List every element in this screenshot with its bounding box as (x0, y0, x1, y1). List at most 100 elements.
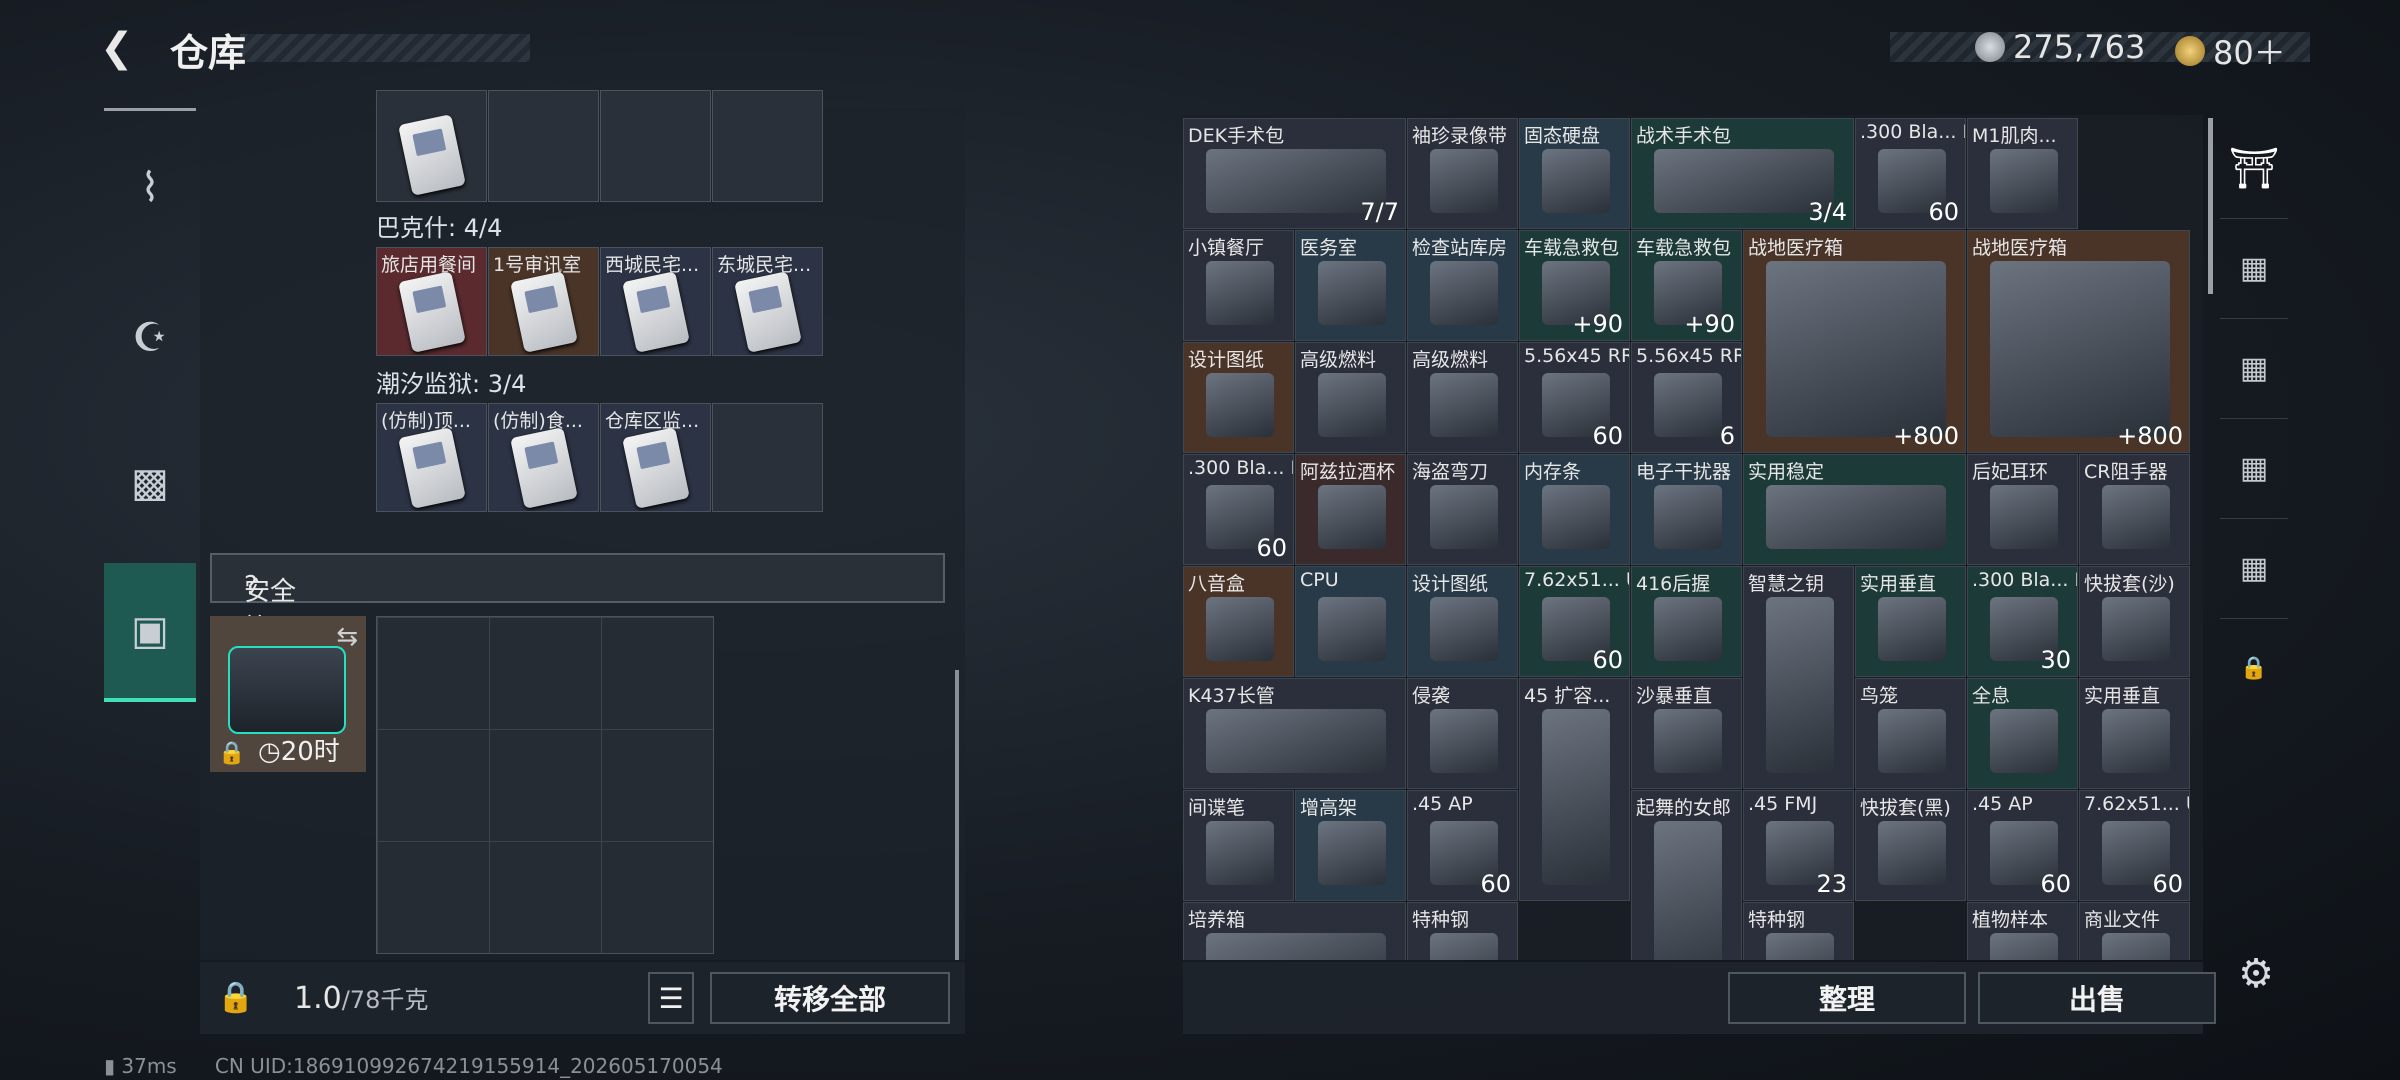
grid-item[interactable]: 商业文件 (2079, 902, 2190, 960)
grid-item[interactable]: 袖珍录像带 (1407, 118, 1518, 229)
tab-warehouse-5[interactable]: ▦ (2220, 518, 2288, 619)
item-label: 侵袭 (1412, 685, 1451, 707)
keycard-slot[interactable]: 西城民宅... (600, 247, 711, 356)
tab-warehouse-2[interactable]: ▦ (2220, 218, 2288, 319)
tab-weapons[interactable]: ⌇ (104, 118, 196, 258)
grid-item[interactable]: 45 扩容... (1519, 678, 1630, 901)
safe-box-grid[interactable] (376, 616, 714, 954)
keycard-slot[interactable]: 旅店用餐间 (376, 247, 487, 356)
grid-item[interactable]: 特种钢 (1743, 902, 1854, 960)
grid-item[interactable]: 5.56x45 RRLP 60 (1519, 342, 1630, 453)
grid-item[interactable]: 设计图纸 (1407, 566, 1518, 677)
grid-item[interactable]: .45 AP 60 (1407, 790, 1518, 901)
keycard-slot[interactable] (376, 90, 487, 202)
grid-item[interactable]: 后妃耳环 (1967, 454, 2078, 565)
grid-item[interactable]: 智慧之钥 (1743, 566, 1854, 789)
grid-item[interactable]: 检查站库房 (1407, 230, 1518, 341)
grid-item[interactable]: 增高架 (1295, 790, 1406, 901)
grid-item[interactable]: 快拔套(黑) (1855, 790, 1966, 901)
keycard-slot[interactable]: 仓库区监... (600, 403, 711, 512)
lock-icon[interactable]: 🔒 (212, 974, 260, 1022)
grid-item[interactable]: DEK手术包 7/7 (1183, 118, 1406, 229)
keycard-slot[interactable]: (仿制)顶... (376, 403, 487, 512)
grid-item[interactable]: 八音盒 (1183, 566, 1294, 677)
grid-item[interactable]: 阿兹拉酒杯 (1295, 454, 1406, 565)
tab-safe-box[interactable]: ▣ (104, 563, 196, 702)
empty-slot[interactable] (600, 90, 711, 202)
grid-item[interactable]: 快拔套(沙) (2079, 566, 2190, 677)
transfer-all-button[interactable]: 转移全部 (710, 972, 950, 1024)
keycard-slot[interactable]: 东城民宅... (712, 247, 823, 356)
tab-warehouse-4[interactable]: ▦ (2220, 418, 2288, 519)
weight-unit: /78千克 (341, 986, 429, 1014)
grid-item[interactable]: 沙暴垂直 (1631, 678, 1742, 789)
gold-currency[interactable]: 80＋ (2175, 28, 2286, 74)
grid-item[interactable]: 设计图纸 (1183, 342, 1294, 453)
tab-locked[interactable]: 🔒 (2220, 618, 2288, 718)
grid-item[interactable]: 固态硬盘 (1519, 118, 1630, 229)
grid-item[interactable]: 医务室 (1295, 230, 1406, 341)
grid-item[interactable]: 车载急救包 +90 (1519, 230, 1630, 341)
grid-item[interactable]: .300 Bla... BCP SuB 60 (1855, 118, 1966, 229)
grid-item[interactable]: 起舞的女郎 (1631, 790, 1742, 960)
tab-warehouse-3[interactable]: ▦ (2220, 318, 2288, 419)
grid-item[interactable]: 实用稳定 (1743, 454, 1966, 565)
grid-item[interactable]: 全息 (1967, 678, 2078, 789)
item-count: +90 (1684, 310, 1735, 338)
tab-armor[interactable]: ☪ (104, 268, 196, 408)
item-label: 车载急救包 (1636, 237, 1732, 259)
grid-item[interactable]: 实用垂直 (2079, 678, 2190, 789)
help-icon[interactable]: ? (244, 571, 258, 601)
sell-button[interactable]: 出售 (1978, 972, 2216, 1024)
swap-icon[interactable]: ⇆ (336, 622, 358, 652)
safe-box-item[interactable]: ⇆ 🔒 ◷20时 (210, 616, 366, 772)
item-label: 5.56x45 RRLP (1524, 345, 1629, 367)
empty-slot[interactable] (712, 403, 823, 512)
grid-item[interactable]: 高级燃料 (1407, 342, 1518, 453)
sort-button[interactable]: 整理 (1728, 972, 1966, 1024)
grid-item[interactable]: 战地医疗箱 +800 (1743, 230, 1966, 453)
grid-item[interactable]: 侵袭 (1407, 678, 1518, 789)
section-title-bakshi: 巴克什: 4/4 (376, 214, 503, 242)
empty-slot[interactable] (712, 90, 823, 202)
grid-item[interactable]: 培养箱 (1183, 902, 1406, 960)
item-label: .45 AP (1972, 793, 2033, 815)
grid-item[interactable]: 特种钢 (1407, 902, 1518, 960)
grid-item[interactable]: 植物样本 (1967, 902, 2078, 960)
left-scrollbar[interactable] (955, 670, 959, 960)
gear-icon[interactable]: ⚙ (2232, 950, 2280, 998)
list-view-button[interactable]: ☰ (648, 972, 694, 1024)
grid-item[interactable]: .300 Bla... BCP SuB 60 (1183, 454, 1294, 565)
keycard-slot[interactable]: 1号审讯室 (488, 247, 599, 356)
item-label: 间谍笔 (1188, 797, 1246, 819)
grid-item[interactable]: 海盗弯刀 (1407, 454, 1518, 565)
grid-item[interactable]: 鸟笼 (1855, 678, 1966, 789)
grid-item[interactable]: 车载急救包 +90 (1631, 230, 1742, 341)
grid-item[interactable]: 小镇餐厅 (1183, 230, 1294, 341)
grid-item[interactable]: 416后握 (1631, 566, 1742, 677)
grid-item[interactable]: M1肌肉... (1967, 118, 2078, 229)
grid-item[interactable]: 7.62x51... UN 60 (1519, 566, 1630, 677)
grid-item[interactable]: K437长管 (1183, 678, 1406, 789)
grid-item[interactable]: .45 FMJ 23 (1743, 790, 1854, 901)
grid-item[interactable]: .300 Bla... BCP SuB 30 (1967, 566, 2078, 677)
grid-item[interactable]: 5.56x45 RRLP 6 (1631, 342, 1742, 453)
right-scrollbar[interactable] (2208, 118, 2213, 294)
grid-item[interactable]: 高级燃料 (1295, 342, 1406, 453)
item-count: 60 (1480, 870, 1511, 898)
grid-item[interactable]: 间谍笔 (1183, 790, 1294, 901)
grid-item[interactable]: 7.62x51... UN 60 (2079, 790, 2190, 901)
empty-slot[interactable] (488, 90, 599, 202)
keycard-slot[interactable]: (仿制)食... (488, 403, 599, 512)
grid-item[interactable]: CPU (1295, 566, 1406, 677)
back-arrow-icon[interactable]: ❮ (100, 26, 148, 70)
grid-item[interactable]: 内存条 (1519, 454, 1630, 565)
grid-item[interactable]: 电子干扰器 (1631, 454, 1742, 565)
grid-item[interactable]: CR阻手器 (2079, 454, 2190, 565)
tab-backpack[interactable]: ▩ (104, 413, 196, 553)
grid-item[interactable]: 战术手术包 3/4 (1631, 118, 1854, 229)
grid-item[interactable]: 实用垂直 (1855, 566, 1966, 677)
grid-item[interactable]: .45 AP 60 (1967, 790, 2078, 901)
tab-warehouse-main[interactable]: ⛩ (2220, 118, 2288, 219)
grid-item[interactable]: 战地医疗箱 +800 (1967, 230, 2190, 453)
